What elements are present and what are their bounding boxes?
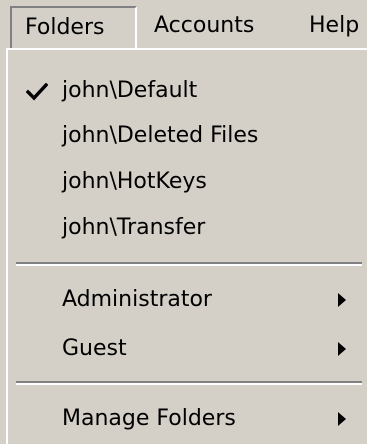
submenu-arrow-icon [338, 342, 346, 356]
menu-item-label: john\Deleted Files [62, 123, 259, 148]
menu-separator [16, 381, 362, 385]
menu-help[interactable]: Help [309, 6, 359, 46]
menu-item-label: Manage Folders [62, 406, 236, 431]
menu-item-label: Guest [62, 336, 127, 361]
menu-separator [16, 262, 362, 266]
menu-item-john-hotkeys[interactable]: john\HotKeys [8, 159, 367, 205]
folders-dropdown-menu: john\Default john\Deleted Files john\Hot… [6, 48, 367, 444]
submenu-arrow-icon [338, 293, 346, 307]
menu-item-manage-folders[interactable]: Manage Folders [8, 396, 367, 442]
menu-item-label: Administrator [62, 287, 212, 312]
menu-item-john-transfer[interactable]: john\Transfer [8, 205, 367, 251]
menu-item-label: john\Transfer [62, 215, 206, 240]
menu-bar: Folders Accounts Help [0, 0, 367, 50]
menu-accounts[interactable]: Accounts [154, 6, 254, 46]
check-icon [26, 83, 48, 101]
menu-item-john-deleted-files[interactable]: john\Deleted Files [8, 113, 367, 159]
menu-item-administrator[interactable]: Administrator [8, 277, 367, 323]
menu-item-john-default[interactable]: john\Default [8, 68, 367, 114]
menu-item-guest[interactable]: Guest [8, 326, 367, 372]
submenu-arrow-icon [338, 412, 346, 426]
menu-item-label: john\HotKeys [62, 169, 207, 194]
menu-item-label: john\Default [62, 78, 198, 103]
menu-folders[interactable]: Folders [10, 6, 137, 48]
